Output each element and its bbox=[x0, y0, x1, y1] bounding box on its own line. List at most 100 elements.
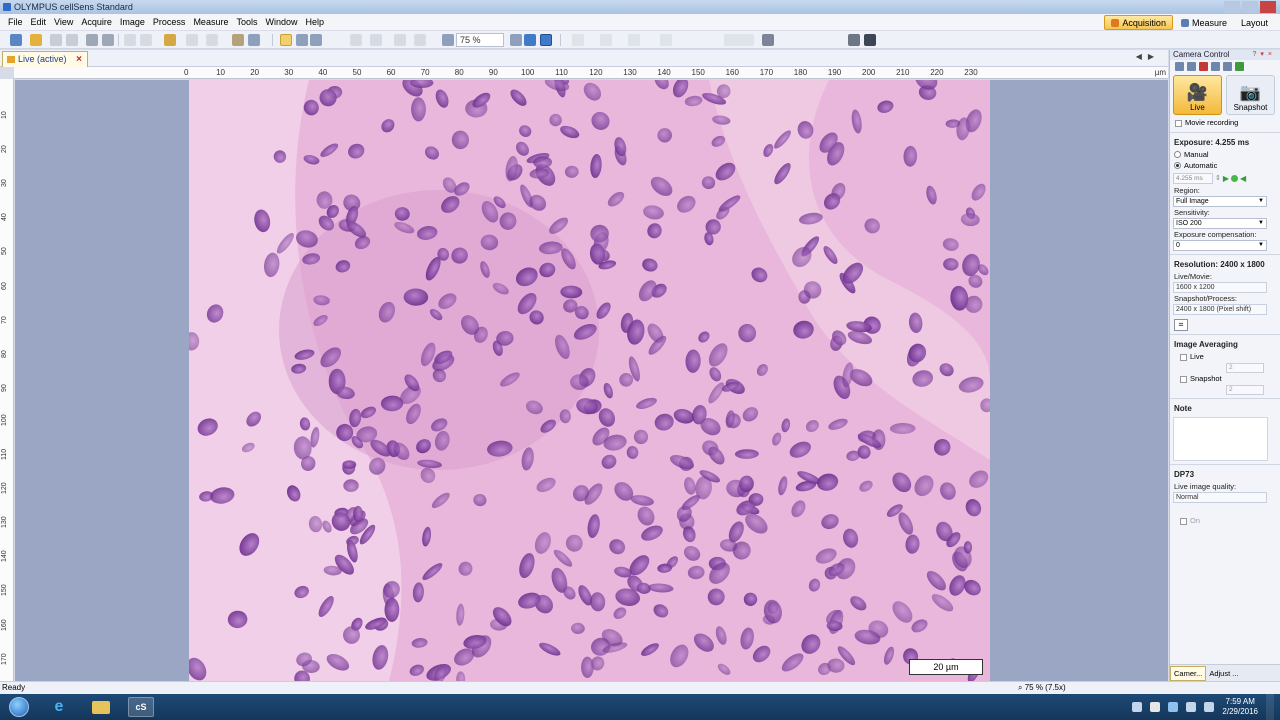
movie-recording-checkbox[interactable] bbox=[1175, 119, 1182, 127]
menu-tools[interactable]: Tools bbox=[232, 14, 261, 31]
save-all-icon[interactable] bbox=[66, 34, 78, 46]
menu-measure[interactable]: Measure bbox=[189, 14, 232, 31]
print-preview-icon[interactable] bbox=[102, 34, 114, 46]
new-document-icon[interactable] bbox=[10, 34, 22, 46]
microscope-image[interactable] bbox=[189, 80, 990, 681]
close-icon[interactable]: × bbox=[76, 52, 82, 67]
layout-tab-layout[interactable]: Layout bbox=[1235, 15, 1274, 30]
on-checkbox[interactable] bbox=[1180, 517, 1187, 525]
magnify-icon[interactable] bbox=[310, 34, 322, 46]
movie-recording-row[interactable]: Movie recording bbox=[1170, 117, 1280, 129]
ie-icon[interactable]: e bbox=[46, 697, 72, 717]
play-icon[interactable]: ▶ bbox=[1223, 174, 1229, 183]
crosshair-icon[interactable] bbox=[370, 34, 382, 46]
select-region-icon[interactable] bbox=[232, 34, 244, 46]
exposure-compensation-select[interactable]: 0 ▼ bbox=[1173, 240, 1267, 251]
show-desktop-button[interactable] bbox=[1266, 694, 1274, 720]
histogram-icon[interactable] bbox=[724, 34, 754, 46]
avg-snapshot-row[interactable]: Snapshot bbox=[1170, 373, 1280, 385]
snapshot-button[interactable]: 📷 Snapshot bbox=[1226, 75, 1275, 115]
fit-width-icon[interactable] bbox=[540, 34, 552, 46]
eraser-icon[interactable] bbox=[414, 34, 426, 46]
channel-tool-icon[interactable] bbox=[660, 34, 672, 46]
save-icon[interactable] bbox=[50, 34, 62, 46]
paste-icon[interactable] bbox=[164, 34, 176, 46]
single-view-icon[interactable] bbox=[848, 34, 860, 46]
avg-snapshot-checkbox[interactable] bbox=[1180, 375, 1187, 383]
volume-icon[interactable] bbox=[1204, 702, 1215, 712]
grid-tool-icon[interactable] bbox=[572, 34, 584, 46]
grid-icon[interactable] bbox=[1211, 62, 1220, 71]
manual-radio-row[interactable]: Manual bbox=[1170, 149, 1280, 160]
histogram-icon[interactable] bbox=[1223, 62, 1232, 71]
arrow-tool-icon[interactable] bbox=[350, 34, 362, 46]
redo-icon[interactable] bbox=[206, 34, 218, 46]
menu-view[interactable]: View bbox=[50, 14, 77, 31]
menu-image[interactable]: Image bbox=[116, 14, 149, 31]
help-pointer-icon[interactable] bbox=[248, 34, 260, 46]
image-canvas[interactable]: 20 µm bbox=[15, 80, 1168, 681]
manual-radio[interactable] bbox=[1174, 151, 1181, 158]
automatic-radio[interactable] bbox=[1174, 162, 1181, 169]
tray-icon[interactable] bbox=[1132, 702, 1143, 712]
copy-icon[interactable] bbox=[140, 34, 152, 46]
overlay-tool-icon[interactable] bbox=[600, 34, 612, 46]
on-row[interactable]: On bbox=[1170, 515, 1280, 527]
live-movie-resolution[interactable]: 1600 x 1200 bbox=[1173, 282, 1267, 293]
avg-live-checkbox[interactable] bbox=[1180, 353, 1187, 361]
document-tab-live[interactable]: Live (active) × bbox=[2, 51, 88, 67]
settings-icon[interactable] bbox=[762, 34, 774, 46]
avg-live-row[interactable]: Live bbox=[1170, 351, 1280, 363]
panel-pin-close-icons[interactable]: ?▾× bbox=[1253, 50, 1277, 60]
layer-tool-icon[interactable] bbox=[628, 34, 640, 46]
cellsens-icon[interactable]: cS bbox=[128, 697, 154, 717]
exposure-value-field[interactable]: 4.255 ms bbox=[1173, 172, 1213, 184]
pen-tool-icon[interactable] bbox=[394, 34, 406, 46]
avg-snapshot-frames[interactable]: 2 bbox=[1226, 385, 1264, 395]
print-icon[interactable] bbox=[86, 34, 98, 46]
fit-to-window-icon[interactable] bbox=[524, 34, 536, 46]
maximize-button[interactable] bbox=[1242, 1, 1258, 13]
snapshot-process-resolution[interactable]: 2400 x 1800 (Pixel shift) bbox=[1173, 304, 1267, 315]
sensitivity-select[interactable]: ISO 200 ▼ bbox=[1173, 218, 1267, 229]
crop-icon[interactable]: ⌗ bbox=[1174, 319, 1188, 331]
menu-process[interactable]: Process bbox=[149, 14, 190, 31]
undo-icon[interactable] bbox=[186, 34, 198, 46]
menu-edit[interactable]: Edit bbox=[27, 14, 51, 31]
split-view-icon[interactable] bbox=[864, 34, 876, 46]
zoom-in-icon[interactable] bbox=[510, 34, 522, 46]
search-icon[interactable] bbox=[442, 34, 454, 46]
region-select[interactable]: Full Image ▼ bbox=[1173, 196, 1267, 207]
spin-icon[interactable]: ⇕ bbox=[1215, 174, 1221, 182]
color-icon[interactable] bbox=[1235, 62, 1244, 71]
camera-tool-icon[interactable] bbox=[1175, 62, 1184, 71]
back-icon[interactable]: ◀ bbox=[1240, 174, 1246, 183]
tab-adjust[interactable]: Adjust ... bbox=[1206, 667, 1241, 680]
menu-window[interactable]: Window bbox=[261, 14, 301, 31]
minimize-button[interactable] bbox=[1224, 1, 1240, 13]
taskbar-clock[interactable]: 7:59 AM 2/29/2016 bbox=[1222, 697, 1258, 717]
tray-icon[interactable] bbox=[1168, 702, 1179, 712]
layout-tab-acquisition[interactable]: Acquisition bbox=[1104, 15, 1173, 30]
menu-file[interactable]: File bbox=[4, 14, 27, 31]
layout-tab-measure[interactable]: Measure bbox=[1175, 15, 1233, 30]
zoom-select[interactable]: 75 % bbox=[456, 33, 504, 47]
live-quality-select[interactable]: Normal bbox=[1173, 492, 1267, 503]
pan-hand-icon[interactable] bbox=[280, 34, 292, 46]
menu-acquire[interactable]: Acquire bbox=[77, 14, 116, 31]
pen-icon[interactable] bbox=[1187, 62, 1196, 71]
tab-scroll-arrows[interactable]: ◀▶ bbox=[1136, 52, 1160, 61]
zoom-tool-icon[interactable] bbox=[296, 34, 308, 46]
avg-live-frames[interactable]: 2 bbox=[1226, 363, 1264, 373]
automatic-radio-row[interactable]: Automatic bbox=[1170, 160, 1280, 171]
tray-icon[interactable] bbox=[1150, 702, 1161, 712]
note-textarea[interactable] bbox=[1173, 417, 1268, 461]
record-icon[interactable] bbox=[1199, 62, 1208, 71]
open-folder-icon[interactable] bbox=[30, 34, 42, 46]
live-button[interactable]: 🎥 Live bbox=[1173, 75, 1222, 115]
network-icon[interactable] bbox=[1186, 702, 1197, 712]
cut-icon[interactable] bbox=[124, 34, 136, 46]
menu-help[interactable]: Help bbox=[301, 14, 328, 31]
folder-icon[interactable] bbox=[88, 697, 114, 717]
close-window-button[interactable] bbox=[1260, 1, 1276, 13]
